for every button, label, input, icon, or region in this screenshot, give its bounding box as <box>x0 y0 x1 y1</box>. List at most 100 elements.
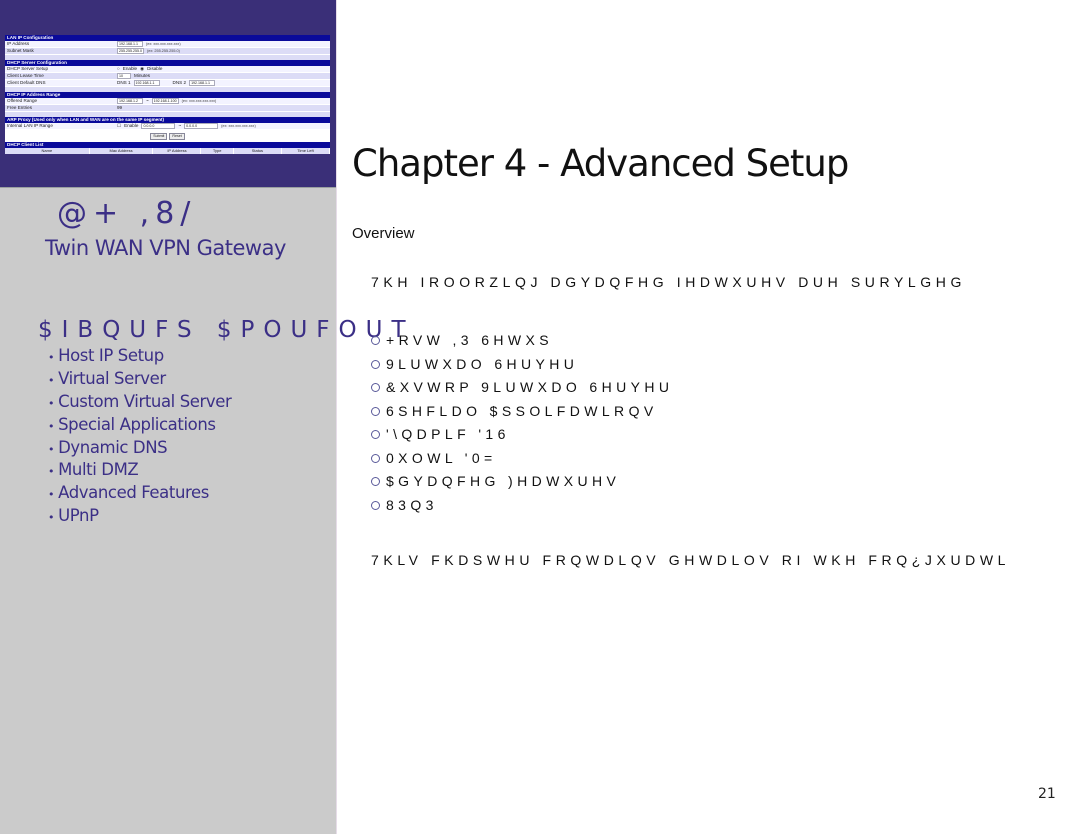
bullet-icon: • <box>48 442 55 456</box>
feature-label: $GYDQFHG )HDWXUHV <box>386 473 621 489</box>
chapter-title: Chapter 4 - Advanced Setup <box>352 142 849 185</box>
feature-list-item: $GYDQFHG )HDWXUHV <box>371 470 673 494</box>
toc-item[interactable]: • Dynamic DNS <box>48 437 231 460</box>
row-dhcp-setup: DHCP Server Setup ○ Enable ◉ Disable <box>5 66 330 73</box>
toc-item[interactable]: • Advanced Features <box>48 482 231 505</box>
row-ip-address: IP Address 192.168.1.1 (ex: xxx.xxx.xxx.x… <box>5 41 330 48</box>
feature-list-item: '\QDPLF '16 <box>371 423 673 447</box>
checkbox-icon: ☐ <box>117 123 122 128</box>
dns2-label: DNS 2 <box>172 80 187 85</box>
toc-item[interactable]: • UPnP <box>48 505 231 528</box>
bullet-icon: • <box>48 419 55 433</box>
offered-hint: (ex: xxx.xxx.xxx.xxx) <box>181 99 217 103</box>
dns1-input: 192.168.1.1 <box>133 80 160 86</box>
circle-bullet-icon <box>371 430 380 440</box>
dhcp-setup-label: DHCP Server Setup <box>7 66 49 71</box>
bullet-icon: • <box>48 351 55 364</box>
ip-address-hint: (ex: xxx.xxx.xxx.xxx) <box>146 42 181 46</box>
intro-paragraph: 7KH IROORZLQJ DGYDQFHG IHDWXUHV DUH SURY… <box>371 274 966 290</box>
closing-paragraph: 7KLV FKDSWHU FRQWDLQV GHWDLOV RI WKH FRQ… <box>371 552 1011 568</box>
brand-subtitle: Twin WAN VPN Gateway <box>45 236 286 260</box>
arp-to-input: 0.0.0.0 <box>184 123 219 129</box>
chapter-contents-title: $IBQUFS $POUFOUT <box>38 317 415 343</box>
feature-list-item: 6SHFLDO $SSOLFDWLRQV <box>371 400 673 424</box>
bullet-icon: • <box>48 465 55 479</box>
dhcp-disable-label: Disable <box>147 66 163 71</box>
toc-item-label: Special Applications <box>58 414 216 434</box>
page-number: 21 <box>1038 786 1056 802</box>
default-dns-label: Client Default DNS <box>7 80 46 85</box>
bullet-icon: • <box>48 488 55 502</box>
arp-hint: (ex: xxx.xxx.xxx.xxx) <box>221 124 256 128</box>
router-lan-config-screenshot: LAN IP Configuration IP Address 192.168.… <box>5 35 330 154</box>
column-header: Type <box>201 148 234 154</box>
lease-time-label: Client Lease Time <box>7 73 44 78</box>
subnet-mask-hint: (ex: 255.255.255.0) <box>146 49 180 53</box>
column-header: Name <box>5 148 90 154</box>
reset-button: Reset <box>169 132 185 140</box>
subnet-mask-label: Subnet Mask <box>7 48 34 53</box>
row-lease-time: Client Lease Time 10 Minutes <box>5 73 330 80</box>
offered-range-label: Offered Range <box>7 98 38 103</box>
section-heading-overview: Overview <box>352 225 415 242</box>
lease-time-input: 10 <box>117 73 131 79</box>
row-default-dns: Client Default DNS DNS 1 192.168.1.1 DNS 2… <box>5 80 330 87</box>
radio-disable-icon: ◉ <box>140 66 145 71</box>
radio-enable-icon: ○ <box>117 66 120 71</box>
chapter-toc: • Host IP Setup • Virtual Server • Custom V… <box>48 345 232 528</box>
toc-item-label: Advanced Features <box>58 483 209 503</box>
toc-item[interactable]: • Host IP Setup <box>48 345 231 368</box>
toc-item[interactable]: • Multi DMZ <box>48 459 231 482</box>
range-dash: ~ <box>146 98 149 103</box>
bullet-icon: • <box>48 373 55 387</box>
arp-range-label: Internal LAN IP Range <box>7 123 53 128</box>
left-panel: LAN IP Configuration IP Address 192.168.… <box>0 0 406 834</box>
button-row: Submit Reset <box>5 130 330 142</box>
free-entries-value: 99 <box>117 105 123 110</box>
feature-list-item: 83Q3 <box>371 494 673 518</box>
column-header: IP Address <box>153 148 202 154</box>
circle-bullet-icon <box>371 453 380 463</box>
dhcp-enable-label: Enable <box>122 66 138 71</box>
arp-from-input: 0.0.0.0 <box>141 123 176 129</box>
toc-item-label: Host IP Setup <box>58 346 164 365</box>
bullet-icon: • <box>48 396 55 410</box>
feature-label: 6SHFLDO $SSOLFDWLRQV <box>386 402 658 419</box>
dns1-label: DNS 1 <box>117 80 131 85</box>
row-offered-range: Offered Range 192.168.1.2 ~192.168.1.100(… <box>5 98 330 105</box>
toc-item-label: UPnP <box>58 506 99 526</box>
lease-unit: Minutes <box>134 73 151 78</box>
feature-list-item: 0XOWL '0= <box>371 447 673 471</box>
feature-label: 0XOWL '0= <box>386 449 497 466</box>
offered-to-input: 192.168.1.100 <box>151 98 179 104</box>
ip-address-input: 192.168.1.1 <box>117 41 143 47</box>
feature-list-item: +RVW ,3 6HWXS <box>371 329 673 353</box>
dns2-input: 192.168.1.1 <box>189 80 216 86</box>
feature-label: &XVWRP 9LUWXDO 6HUYHU <box>386 379 674 395</box>
router-screenshot-frame: LAN IP Configuration IP Address 192.168.… <box>0 0 336 188</box>
feature-label: 83Q3 <box>386 496 438 513</box>
offered-from-input: 192.168.1.2 <box>117 98 143 104</box>
feature-label: +RVW ,3 6HWXS <box>386 332 554 348</box>
toc-item-label: Custom Virtual Server <box>58 391 232 411</box>
toc-item[interactable]: • Virtual Server <box>48 368 231 391</box>
submit-button: Submit <box>150 132 168 140</box>
circle-bullet-icon <box>371 477 380 487</box>
feature-label: '\QDPLF '16 <box>386 426 510 442</box>
feature-list-item: 9LUWXDO 6HUYHU <box>371 353 673 377</box>
subnet-mask-input: 255.255.255.0 <box>117 48 144 54</box>
row-subnet-mask: Subnet Mask 255.255.255.0 (ex: 255.255.25… <box>5 48 330 55</box>
brand-logo: @+ ,8/ <box>57 196 197 231</box>
toc-item-label: Virtual Server <box>58 368 166 388</box>
row-free-entries: Free Entries 99 <box>5 105 330 112</box>
toc-item[interactable]: • Special Applications <box>48 414 231 437</box>
ip-address-label: IP Address <box>7 41 30 46</box>
toc-item-label: Multi DMZ <box>58 460 139 480</box>
free-entries-label: Free Entries <box>7 105 33 110</box>
circle-bullet-icon <box>371 336 380 346</box>
toc-item-label: Dynamic DNS <box>58 437 168 457</box>
column-header: Status <box>234 148 282 154</box>
toc-item[interactable]: • Custom Virtual Server <box>48 391 232 414</box>
bullet-icon: • <box>48 511 55 525</box>
circle-bullet-icon <box>371 500 380 510</box>
